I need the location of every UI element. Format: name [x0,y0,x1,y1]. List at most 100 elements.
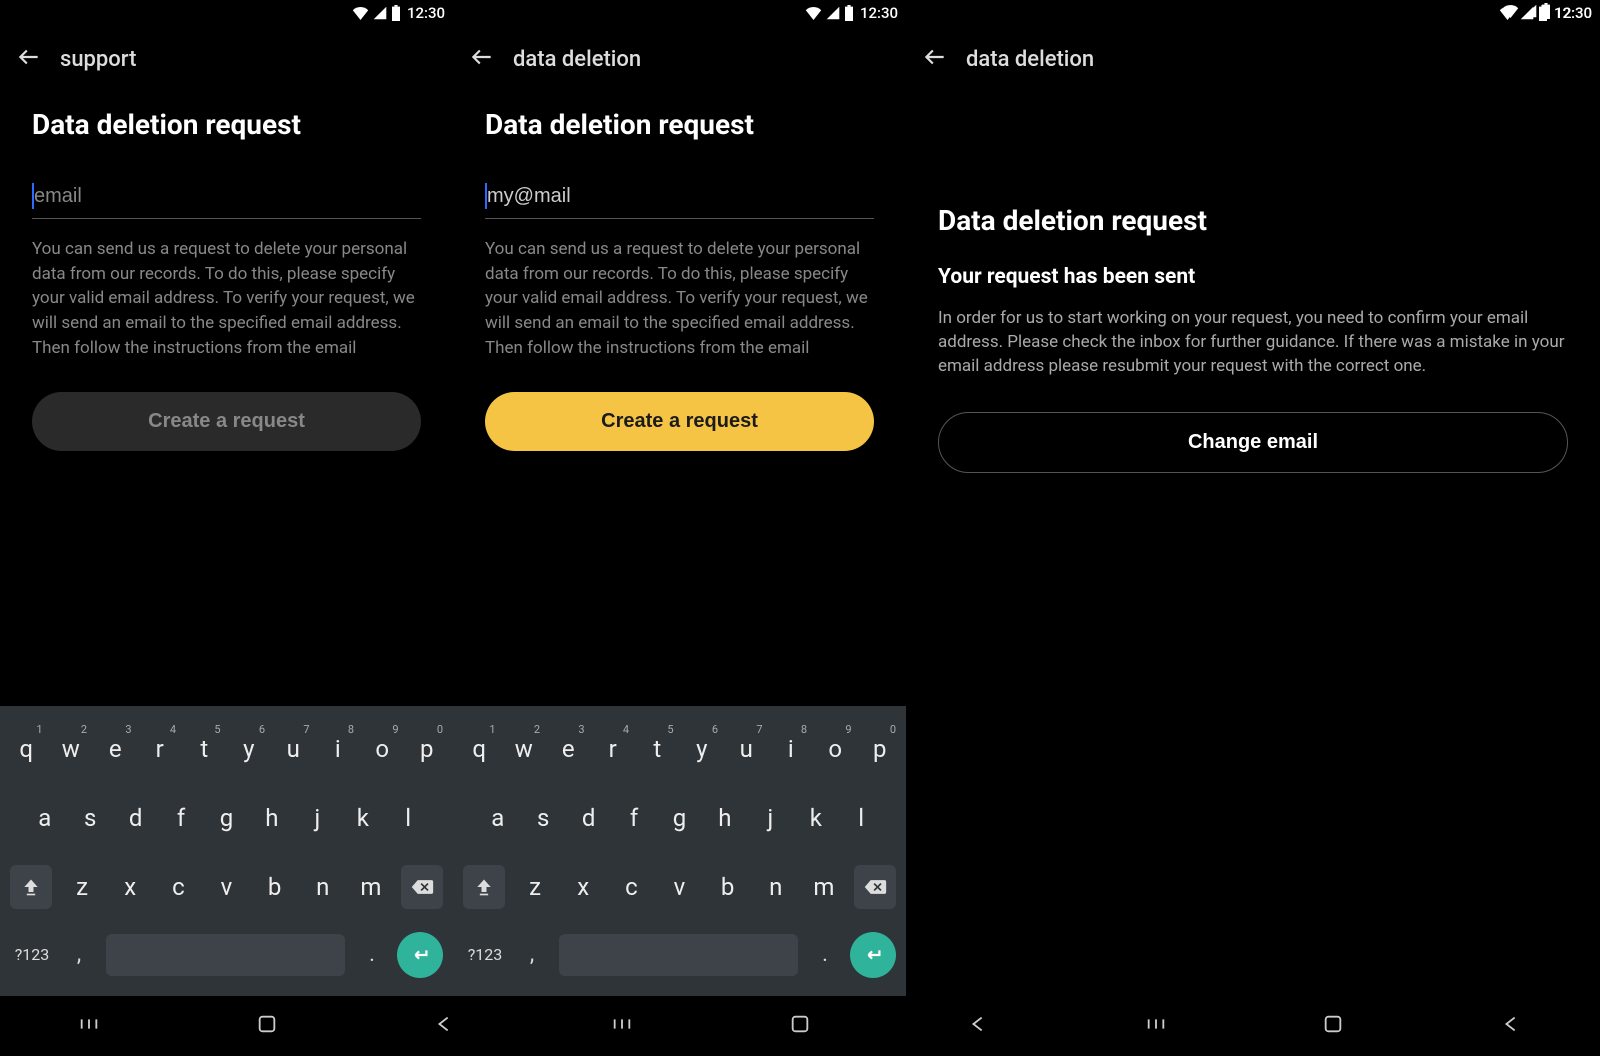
key-a[interactable]: a [22,794,67,842]
backspace-icon[interactable] [854,865,896,909]
home-icon[interactable] [256,1013,278,1039]
recents-icon[interactable] [78,1013,100,1039]
key-l[interactable]: l [386,794,431,842]
key-i[interactable]: i8 [769,725,814,773]
body-text: In order for us to start working on your… [938,307,1568,378]
key-e[interactable]: e3 [93,725,138,773]
email-field-wrap [485,177,874,219]
key-c[interactable]: c [154,863,202,911]
key-w[interactable]: w2 [49,725,94,773]
comma-key[interactable]: , [62,942,96,967]
key-e[interactable]: e3 [546,725,591,773]
symbols-key[interactable]: ?123 [6,945,58,964]
shift-icon[interactable] [10,865,52,909]
key-b[interactable]: b [704,863,752,911]
key-f[interactable]: f [158,794,203,842]
key-w[interactable]: w2 [502,725,547,773]
comma-key[interactable]: , [515,942,549,967]
key-h[interactable]: h [702,794,747,842]
key-x[interactable]: x [106,863,154,911]
email-field[interactable] [32,177,421,219]
key-v[interactable]: v [655,863,703,911]
key-s[interactable]: s [67,794,112,842]
shift-icon[interactable] [463,865,505,909]
symbols-key[interactable]: ?123 [459,945,511,964]
battery-icon [391,5,401,21]
spacebar-key[interactable] [106,934,345,976]
key-d[interactable]: d [113,794,158,842]
key-q[interactable]: q1 [4,725,49,773]
key-x[interactable]: x [559,863,607,911]
back-nav-icon[interactable] [967,1013,989,1039]
key-r[interactable]: r4 [591,725,636,773]
key-n[interactable]: n [752,863,800,911]
key-y[interactable]: y6 [227,725,272,773]
key-c[interactable]: c [607,863,655,911]
period-key[interactable]: . [355,942,389,967]
spacebar-key[interactable] [559,934,798,976]
key-b[interactable]: b [251,863,299,911]
key-j[interactable]: j [295,794,340,842]
key-p[interactable]: p0 [405,725,450,773]
key-a[interactable]: a [475,794,520,842]
page-title: Data deletion request [32,108,421,141]
key-n[interactable]: n [299,863,347,911]
recents-icon[interactable] [1145,1013,1167,1039]
key-o[interactable]: o9 [813,725,858,773]
app-bar: support [0,26,453,84]
sub-heading: Your request has been sent [938,265,1568,289]
key-z[interactable]: z [58,863,106,911]
helper-text: You can send us a request to delete your… [485,237,874,360]
key-d[interactable]: d [566,794,611,842]
page-title: Data deletion request [938,204,1568,237]
key-k[interactable]: k [793,794,838,842]
enter-icon[interactable] [397,932,443,978]
key-h[interactable]: h [249,794,294,842]
key-o[interactable]: o9 [360,725,405,773]
enter-icon[interactable] [850,932,896,978]
soft-keyboard[interactable]: q1w2e3r4t5y6u7i8o9p0 asdfghjkl zxcvbnm ?123… [453,706,906,996]
key-v[interactable]: v [202,863,250,911]
cell-icon [373,6,387,20]
email-field[interactable] [485,177,874,219]
key-j[interactable]: j [748,794,793,842]
key-y[interactable]: y6 [680,725,725,773]
create-request-button[interactable]: Create a request [485,392,874,451]
key-l[interactable]: l [839,794,884,842]
content-area: Data deletion request You can send us a … [453,84,906,706]
key-k[interactable]: k [340,794,385,842]
back-icon[interactable] [922,44,948,74]
system-nav-row [0,996,1600,1056]
key-g[interactable]: g [657,794,702,842]
key-t[interactable]: t5 [635,725,680,773]
recents-icon[interactable] [611,1013,633,1039]
back-nav-icon[interactable] [433,1013,455,1039]
change-email-button[interactable]: Change email [938,412,1568,473]
key-z[interactable]: z [511,863,559,911]
key-g[interactable]: g [204,794,249,842]
key-p[interactable]: p0 [858,725,903,773]
key-i[interactable]: i8 [316,725,361,773]
key-u[interactable]: u7 [724,725,769,773]
system-nav-bar [0,996,533,1056]
cell-icon [1523,4,1537,22]
home-icon[interactable] [789,1013,811,1039]
back-nav-icon[interactable] [1500,1013,1522,1039]
status-time: 12:30 [1555,4,1592,22]
home-icon[interactable] [1322,1013,1344,1039]
key-m[interactable]: m [347,863,395,911]
key-q[interactable]: q1 [457,725,502,773]
create-request-button[interactable]: Create a request [32,392,421,451]
key-t[interactable]: t5 [182,725,227,773]
status-bar: 12:30 [0,0,453,26]
key-m[interactable]: m [800,863,848,911]
back-icon[interactable] [16,44,42,74]
soft-keyboard[interactable]: q1w2e3r4t5y6u7i8o9p0 asdfghjkl zxcvbnm ?123… [0,706,453,996]
back-icon[interactable] [469,44,495,74]
key-r[interactable]: r4 [138,725,183,773]
key-f[interactable]: f [611,794,656,842]
period-key[interactable]: . [808,942,842,967]
backspace-icon[interactable] [401,865,443,909]
key-u[interactable]: u7 [271,725,316,773]
key-s[interactable]: s [520,794,565,842]
